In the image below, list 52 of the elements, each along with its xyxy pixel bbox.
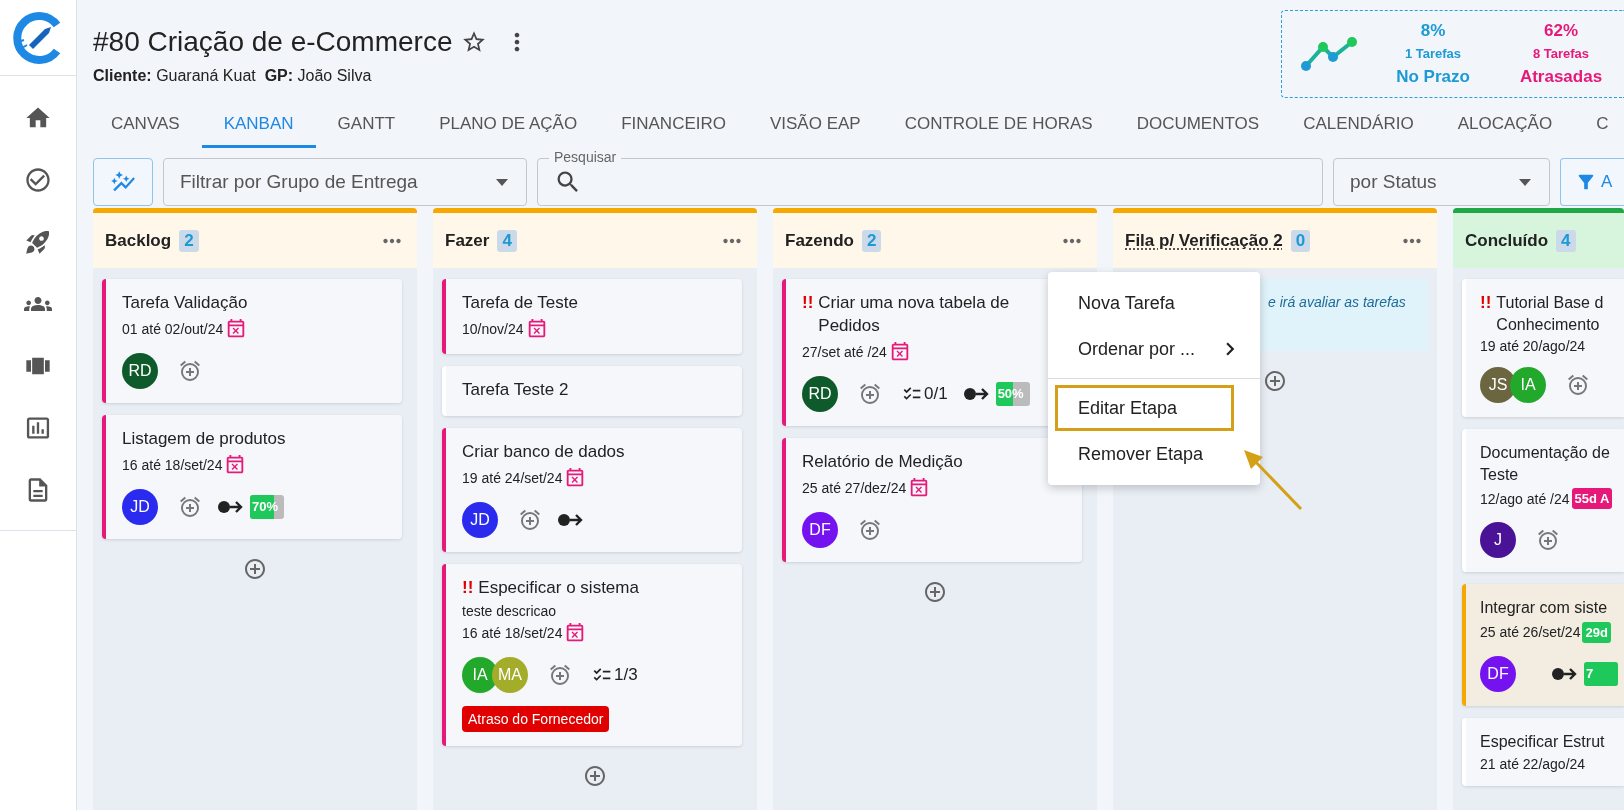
column-title: Fazendo	[785, 230, 854, 251]
project-info: Cliente: Guaraná Kuat GP: João Silva	[93, 67, 373, 85]
column-count: 4	[497, 229, 517, 252]
task-date: 16 até 18/set/24	[462, 624, 563, 641]
priority-mark: !!	[802, 292, 814, 314]
task-title: Criar banco de dados	[462, 440, 625, 463]
column-title: Fazer	[445, 230, 490, 251]
task-title: Tarefa de Teste	[462, 292, 578, 314]
task-date: 10/nov/24	[462, 320, 524, 337]
column-title: Concluído	[1465, 230, 1549, 251]
task-title: Integrar com siste	[1480, 598, 1608, 619]
stat-label: Atrasadas	[1519, 67, 1603, 87]
column-count: 2	[861, 229, 882, 252]
stat-percent: 62%	[1544, 21, 1578, 41]
priority-mark: !!	[1480, 292, 1492, 314]
task-title: Tarefa Validação	[122, 292, 248, 314]
task-date: 25 até 27/dez/24	[802, 479, 907, 496]
column-title: Backlog	[105, 230, 172, 251]
search-label: Pesquisar	[549, 149, 622, 165]
task-date: 01 até 02/out/24	[122, 320, 224, 337]
task-date: 12/ago até /24	[1480, 490, 1570, 507]
task-title: Tutorial Base d Conhecimento	[1496, 293, 1604, 335]
task-date: 19 até 24/set/24	[462, 469, 563, 486]
days-badge: 29d	[1582, 621, 1611, 643]
task-title: Relatório de Medição	[802, 450, 963, 473]
task-date: 16 até 18/set/24	[122, 456, 223, 473]
task-title: Criar uma nova tabela de Pedidos	[818, 292, 1010, 337]
task-date: 19 até 20/ago/24	[1480, 338, 1586, 355]
priority-mark: !!	[462, 576, 474, 599]
stat-tasks: 1 Tarefas	[1404, 46, 1462, 61]
task-description: teste descricao	[462, 602, 558, 619]
stat-tasks: 8 Tarefas	[1532, 46, 1590, 61]
task-date: 25 até 26/set/24	[1480, 624, 1581, 641]
checklist-count: 0/1	[924, 383, 948, 404]
checklist-count: 1/3	[614, 664, 638, 685]
stat-label: No Prazo	[1396, 67, 1470, 87]
task-title: Documentação de Teste	[1480, 443, 1610, 485]
column-title: Fila p/ Verificação 2	[1125, 230, 1283, 251]
days-badge: 55d A	[1571, 488, 1613, 510]
progress-badge: 7	[1584, 661, 1618, 686]
stat-percent: 8%	[1420, 21, 1446, 41]
project-title: #80 Criação de e-Commerce	[93, 26, 453, 58]
task-date: 21 até 22/ago/24	[1480, 755, 1586, 772]
task-title: Especificar o sistema	[478, 576, 639, 599]
column-count: 0	[1290, 229, 1311, 252]
column-count: 2	[179, 229, 199, 252]
task-title: Especificar Estrut	[1480, 731, 1605, 752]
task-date: 27/set até /24	[802, 343, 887, 360]
column-count: 4	[1556, 229, 1576, 252]
task-title: Listagem de produtos	[122, 427, 286, 450]
task-tag: Atraso do Fornecedor	[462, 705, 610, 732]
task-title: Tarefa Teste 2	[462, 378, 569, 401]
